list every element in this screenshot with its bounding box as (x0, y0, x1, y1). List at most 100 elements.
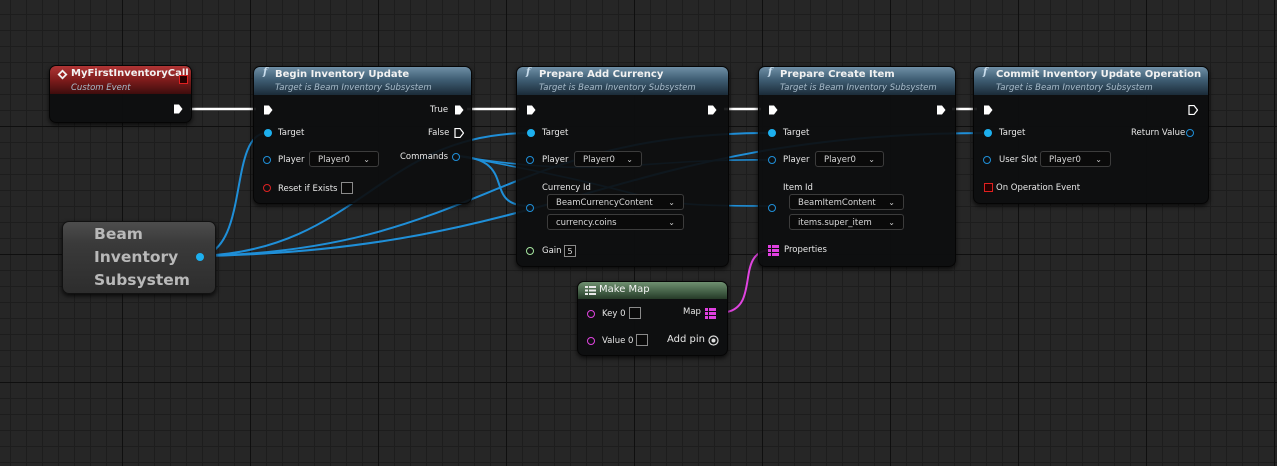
node-title: Begin Inventory Update (275, 69, 410, 80)
player-pin[interactable] (526, 156, 534, 164)
user-slot-pin[interactable] (983, 156, 991, 164)
chevron-down-icon: ⌄ (888, 198, 895, 207)
return-value-label: Return Value (1131, 128, 1186, 138)
key-label: Key 0 (602, 309, 626, 319)
function-icon: f (768, 67, 773, 78)
target-pin[interactable] (768, 129, 776, 137)
prepare-add-currency-node[interactable]: f Prepare Add Currency Target is Beam In… (516, 66, 729, 267)
target-label: Target (278, 128, 305, 138)
item-value: items.super_item (798, 218, 872, 228)
exec-out-pin[interactable] (936, 105, 946, 115)
add-pin-label[interactable]: Add pin (667, 334, 705, 345)
true-label: True (430, 105, 449, 115)
exec-in-pin[interactable] (263, 105, 273, 115)
target-pin[interactable] (984, 129, 992, 137)
on-operation-event-label: On Operation Event (996, 183, 1081, 193)
node-subtitle: Custom Event (71, 83, 131, 93)
function-icon: f (526, 67, 531, 78)
user-slot-label: User Slot (999, 155, 1038, 165)
reset-label: Reset if Exists (278, 184, 338, 194)
player-dropdown[interactable]: Player0 ⌄ (815, 151, 884, 167)
make-map-node[interactable]: Make Map Key 0 Map Value 0 Add pin (577, 281, 728, 356)
currency-content-dropdown[interactable]: BeamCurrencyContent ⌄ (547, 194, 684, 210)
player-dropdown-value: Player0 (824, 155, 856, 165)
item-value-dropdown[interactable]: items.super_item ⌄ (789, 214, 904, 230)
map-out-pin-icon[interactable] (705, 308, 716, 319)
currency-id-label: Currency Id (542, 183, 591, 193)
node-title: Commit Inventory Update Operation (996, 69, 1202, 80)
map-label: Map (683, 307, 701, 317)
subsystem-out-pin[interactable] (196, 253, 204, 261)
value-label: Value 0 (602, 336, 634, 346)
begin-inventory-update-node[interactable]: f Begin Inventory Update Target is Beam … (253, 66, 472, 204)
currency-value-dropdown[interactable]: currency.coins ⌄ (547, 214, 684, 230)
value-input[interactable] (636, 334, 648, 346)
prepare-create-item-node[interactable]: f Prepare Create Item Target is Beam Inv… (758, 66, 956, 267)
node-title: Prepare Create Item (780, 69, 895, 80)
properties-label: Properties (784, 245, 827, 255)
target-label: Target (542, 128, 569, 138)
commands-label: Commands (400, 152, 449, 162)
currency-id-pin[interactable] (526, 204, 534, 212)
gain-pin[interactable] (526, 247, 534, 255)
item-content-value: BeamItemContent (798, 198, 876, 208)
subsystem-label-line: Inventory (94, 248, 179, 266)
target-label: Target (783, 128, 810, 138)
player-dropdown[interactable]: Player0 ⌄ (309, 151, 379, 167)
node-title: MyFirstInventoryCall (71, 68, 189, 79)
reset-pin[interactable] (263, 184, 271, 192)
node-title: Prepare Add Currency (539, 69, 664, 80)
subsystem-label-line: Beam (94, 225, 143, 243)
gain-input[interactable]: 5 (564, 245, 576, 257)
exec-in-pin[interactable] (768, 105, 778, 115)
exec-true-pin[interactable] (454, 105, 464, 115)
exec-out-pin[interactable] (173, 104, 183, 114)
item-content-dropdown[interactable]: BeamItemContent ⌄ (789, 194, 904, 210)
player-label: Player (542, 155, 569, 165)
exec-false-pin[interactable] (454, 128, 464, 138)
subsystem-label-line: Subsystem (94, 271, 190, 289)
custom-event-node[interactable]: MyFirstInventoryCall Custom Event (49, 65, 192, 123)
currency-value: currency.coins (556, 218, 617, 228)
on-operation-event-pin[interactable] (984, 183, 993, 192)
item-id-pin[interactable] (768, 204, 776, 212)
target-pin[interactable] (527, 129, 535, 137)
player-pin[interactable] (768, 156, 776, 164)
beam-inventory-subsystem-node[interactable]: Beam Inventory Subsystem (62, 221, 216, 294)
player-pin[interactable] (263, 156, 271, 164)
node-title: Make Map (599, 284, 650, 295)
add-pin-icon[interactable] (708, 335, 719, 346)
reset-checkbox[interactable] (341, 182, 353, 194)
player-dropdown[interactable]: Player0 ⌄ (574, 151, 642, 167)
value-pin[interactable] (587, 337, 595, 345)
function-icon: f (983, 67, 988, 78)
return-value-pin[interactable] (1186, 129, 1194, 137)
exec-in-pin[interactable] (983, 105, 993, 115)
key-pin[interactable] (587, 310, 595, 318)
false-label: False (428, 128, 450, 138)
delegate-pin[interactable] (179, 75, 188, 84)
map-pin-icon[interactable] (768, 245, 779, 256)
exec-in-pin[interactable] (526, 105, 536, 115)
commit-inventory-update-node[interactable]: f Commit Inventory Update Operation Targ… (973, 66, 1209, 204)
target-pin[interactable] (264, 129, 272, 137)
exec-out-pin[interactable] (1188, 105, 1198, 115)
player-dropdown-value: Player0 (318, 155, 350, 165)
item-id-label: Item Id (783, 183, 813, 193)
chevron-down-icon: ⌄ (626, 155, 633, 164)
player-label: Player (783, 155, 810, 165)
node-subtitle: Target is Beam Inventory Subsystem (275, 83, 432, 93)
function-icon: f (263, 67, 268, 78)
chevron-down-icon: ⌄ (363, 155, 370, 164)
key-input[interactable] (629, 307, 641, 319)
user-slot-dropdown-value: Player0 (1049, 155, 1081, 165)
subsystem-label: Beam Inventory Subsystem (94, 223, 190, 292)
node-subtitle: Target is Beam Inventory Subsystem (539, 83, 696, 93)
event-diamond-icon (57, 69, 68, 80)
chevron-down-icon: ⌄ (668, 218, 675, 227)
exec-out-pin[interactable] (707, 105, 717, 115)
currency-content-value: BeamCurrencyContent (556, 198, 653, 208)
make-map-icon (585, 286, 596, 295)
user-slot-dropdown[interactable]: Player0 ⌄ (1040, 151, 1111, 167)
commands-out-pin[interactable] (452, 153, 460, 161)
